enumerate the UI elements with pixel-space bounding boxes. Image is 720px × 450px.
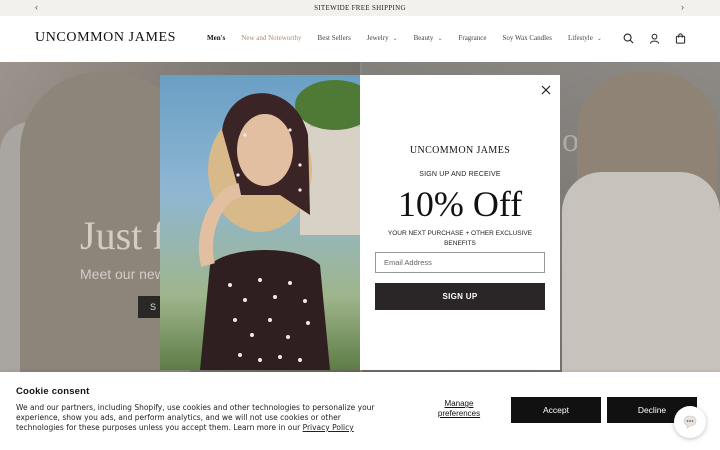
nav-label: Fragrance <box>458 34 487 42</box>
nav-label: Men's <box>207 34 226 42</box>
nav-item-soy-wax-candles[interactable]: Soy Wax Candles <box>502 34 551 42</box>
nav-label: Soy Wax Candles <box>502 34 552 42</box>
cookie-title: Cookie consent <box>16 386 90 397</box>
nav-item-best-sellers[interactable]: Best Sellers <box>318 34 351 42</box>
hero-title: Just f <box>80 213 166 258</box>
cookie-consent-banner: Cookie consent We and our partners, incl… <box>0 372 720 450</box>
popup-offer: 10% Off <box>397 184 523 224</box>
accept-button[interactable]: Accept <box>511 397 601 423</box>
popup-kicker: SIGN UP AND RECEIVE <box>419 171 501 178</box>
main-nav: Men's New and Noteworthy Best Sellers Je… <box>207 34 618 42</box>
chevron-left-icon[interactable]: ‹ <box>35 2 38 12</box>
close-icon[interactable] <box>540 83 552 95</box>
nav-item-beauty[interactable]: Beauty ⌄ <box>414 34 443 42</box>
chevron-down-icon: ⌄ <box>437 35 443 42</box>
nav-item-jewelry[interactable]: Jewelry ⌄ <box>367 34 398 42</box>
site-header: UNCOMMON JAMES Men's New and Noteworthy … <box>0 16 720 62</box>
nav-item-fragrance[interactable]: Fragrance <box>458 34 486 42</box>
cart-icon[interactable] <box>674 32 686 44</box>
nav-label: Jewelry <box>366 34 389 42</box>
chevron-right-icon[interactable]: › <box>681 2 684 12</box>
email-field[interactable] <box>375 252 545 273</box>
nav-label: Beauty <box>413 34 434 42</box>
nav-item-mens[interactable]: Men's <box>207 34 225 42</box>
nav-label: Lifestyle <box>567 34 593 42</box>
chevron-down-icon: ⌄ <box>596 35 602 42</box>
header-icons <box>622 32 686 44</box>
popup-form: UNCOMMON JAMES SIGN UP AND RECEIVE 10% O… <box>360 75 560 370</box>
nav-label: Best Sellers <box>317 34 351 42</box>
account-icon[interactable] <box>648 32 660 44</box>
signup-popup: UNCOMMON JAMES SIGN UP AND RECEIVE 10% O… <box>160 75 560 370</box>
popup-logo: UNCOMMON JAMES <box>409 145 511 156</box>
cookie-text: We and our partners, including Shopify, … <box>16 403 386 433</box>
announcement-text: SITEWIDE FREE SHIPPING <box>314 4 406 12</box>
nav-item-new-and-noteworthy[interactable]: New and Noteworthy <box>241 34 301 42</box>
hero-model-blouse <box>562 172 720 372</box>
chat-icon[interactable] <box>674 406 706 438</box>
privacy-policy-link[interactable]: Privacy Policy <box>303 423 354 432</box>
nav-item-lifestyle[interactable]: Lifestyle ⌄ <box>568 34 602 42</box>
hero-subtitle: Meet our new <box>80 266 165 282</box>
search-icon[interactable] <box>622 32 634 44</box>
nav-label: New and Noteworthy <box>241 34 302 42</box>
signup-button[interactable]: SIGN UP <box>375 283 545 310</box>
popup-model-image <box>160 75 360 370</box>
chevron-down-icon: ⌄ <box>392 35 398 42</box>
popup-illustration <box>198 80 360 370</box>
manage-preferences-link[interactable]: Manage preferences <box>432 399 486 419</box>
site-logo[interactable]: UNCOMMON JAMES <box>35 30 176 46</box>
popup-description: YOUR NEXT PURCHASE + OTHER EXCLUSIVE BEN… <box>387 230 533 247</box>
announcement-bar: ‹ SITEWIDE FREE SHIPPING › <box>0 0 720 16</box>
